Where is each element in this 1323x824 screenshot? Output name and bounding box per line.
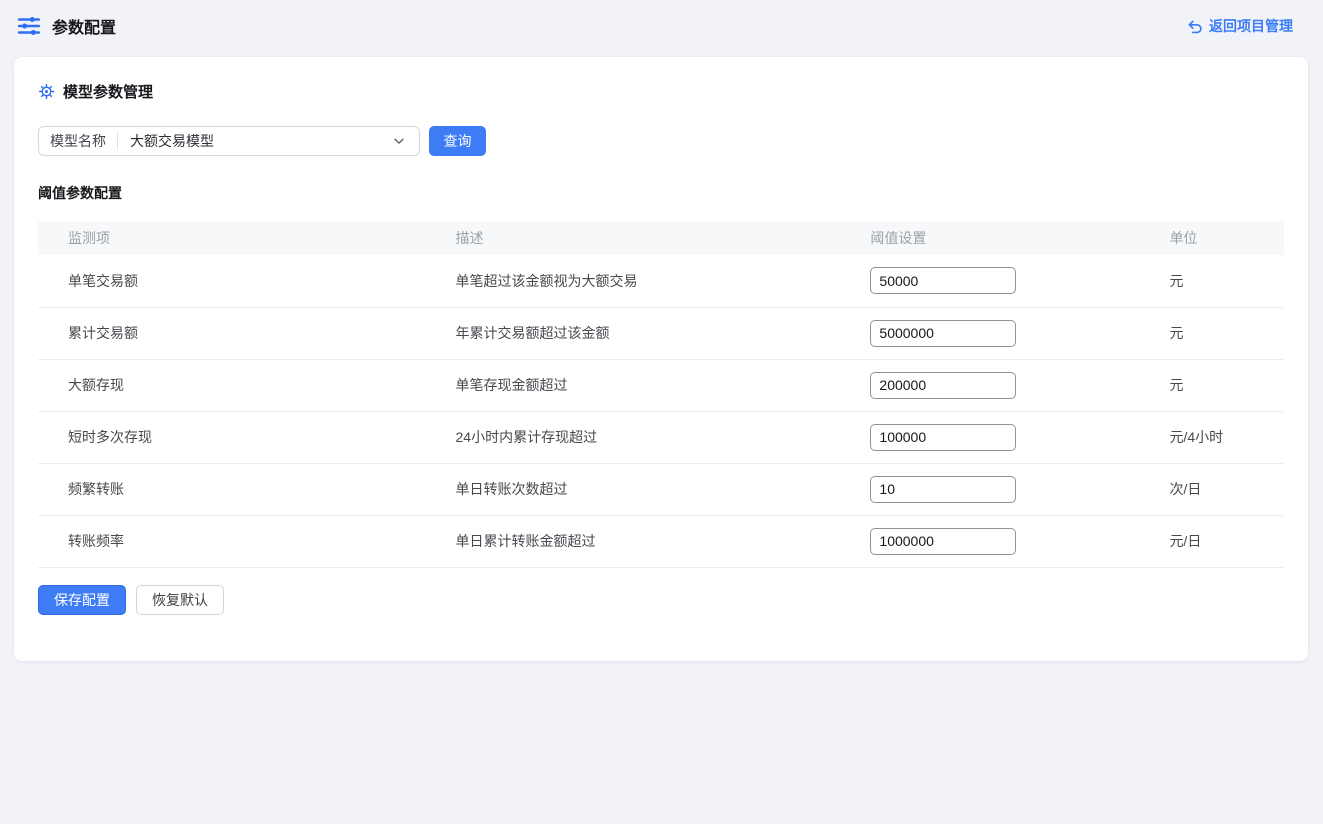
- description-cell: 24小时内累计存现超过: [426, 411, 841, 463]
- chevron-down-icon: [392, 134, 406, 148]
- threshold-input[interactable]: [870, 267, 1016, 294]
- col-header-desc: 描述: [426, 221, 841, 255]
- panel-header: 模型参数管理: [38, 81, 1284, 102]
- monitor-item-cell: 大额存现: [38, 359, 426, 411]
- threshold-section-title: 阈值参数配置: [38, 183, 1284, 203]
- table-row: 累计交易额 年累计交易额超过该金额 元: [38, 307, 1284, 359]
- monitor-item-cell: 频繁转账: [38, 463, 426, 515]
- description-cell: 单笔超过该金额视为大额交易: [426, 255, 841, 307]
- unit-cell: 元: [1139, 359, 1284, 411]
- save-config-button[interactable]: 保存配置: [38, 585, 126, 615]
- monitor-item-cell: 累计交易额: [38, 307, 426, 359]
- model-name-value: 大额交易模型: [118, 131, 392, 151]
- sliders-icon: [16, 13, 42, 39]
- model-name-select[interactable]: 模型名称 大额交易模型: [38, 126, 420, 156]
- table-row: 单笔交易额 单笔超过该金额视为大额交易 元: [38, 255, 1284, 307]
- undo-arrow-icon: [1186, 18, 1203, 35]
- threshold-cell: [840, 463, 1139, 515]
- threshold-cell: [840, 411, 1139, 463]
- monitor-item-cell: 短时多次存现: [38, 411, 426, 463]
- table-body: 单笔交易额 单笔超过该金额视为大额交易 元 累计交易额 年累计交易额超过该金额 …: [38, 255, 1284, 567]
- threshold-input[interactable]: [870, 528, 1016, 555]
- monitor-item-cell: 单笔交易额: [38, 255, 426, 307]
- filter-row: 模型名称 大额交易模型 查询: [38, 126, 1284, 156]
- description-cell: 单笔存现金额超过: [426, 359, 841, 411]
- actions-row: 保存配置 恢复默认: [38, 585, 1284, 615]
- threshold-input[interactable]: [870, 372, 1016, 399]
- threshold-cell: [840, 359, 1139, 411]
- query-button[interactable]: 查询: [429, 126, 486, 156]
- table-row: 转账频率 单日累计转账金额超过 元/日: [38, 515, 1284, 567]
- table-row: 大额存现 单笔存现金额超过 元: [38, 359, 1284, 411]
- col-header-threshold: 阈值设置: [840, 221, 1139, 255]
- panel-title: 模型参数管理: [63, 81, 153, 102]
- model-parameter-card: 模型参数管理 模型名称 大额交易模型 查询 阈值参数配置 监测项 描述 阈值设置…: [14, 57, 1308, 661]
- back-to-projects-link[interactable]: 返回项目管理: [1186, 16, 1293, 36]
- threshold-cell: [840, 515, 1139, 567]
- topbar-left: 参数配置: [16, 13, 116, 39]
- threshold-cell: [840, 307, 1139, 359]
- threshold-input[interactable]: [870, 476, 1016, 503]
- table-row: 短时多次存现 24小时内累计存现超过 元/4小时: [38, 411, 1284, 463]
- table-header-row: 监测项 描述 阈值设置 单位: [38, 221, 1284, 255]
- page-title: 参数配置: [52, 14, 116, 38]
- gear-icon: [38, 83, 55, 100]
- model-name-label: 模型名称: [39, 131, 117, 151]
- threshold-cell: [840, 255, 1139, 307]
- unit-cell: 元: [1139, 255, 1284, 307]
- table-row: 频繁转账 单日转账次数超过 次/日: [38, 463, 1284, 515]
- unit-cell: 次/日: [1139, 463, 1284, 515]
- description-cell: 单日转账次数超过: [426, 463, 841, 515]
- description-cell: 单日累计转账金额超过: [426, 515, 841, 567]
- back-link-label: 返回项目管理: [1209, 16, 1293, 36]
- topbar: 参数配置 返回项目管理: [0, 0, 1323, 52]
- threshold-table: 监测项 描述 阈值设置 单位 单笔交易额 单笔超过该金额视为大额交易 元 累计交…: [38, 221, 1284, 568]
- col-header-unit: 单位: [1139, 221, 1284, 255]
- unit-cell: 元/日: [1139, 515, 1284, 567]
- unit-cell: 元: [1139, 307, 1284, 359]
- col-header-item: 监测项: [38, 221, 426, 255]
- unit-cell: 元/4小时: [1139, 411, 1284, 463]
- threshold-input[interactable]: [870, 320, 1016, 347]
- monitor-item-cell: 转账频率: [38, 515, 426, 567]
- threshold-input[interactable]: [870, 424, 1016, 451]
- description-cell: 年累计交易额超过该金额: [426, 307, 841, 359]
- restore-default-button[interactable]: 恢复默认: [136, 585, 224, 615]
